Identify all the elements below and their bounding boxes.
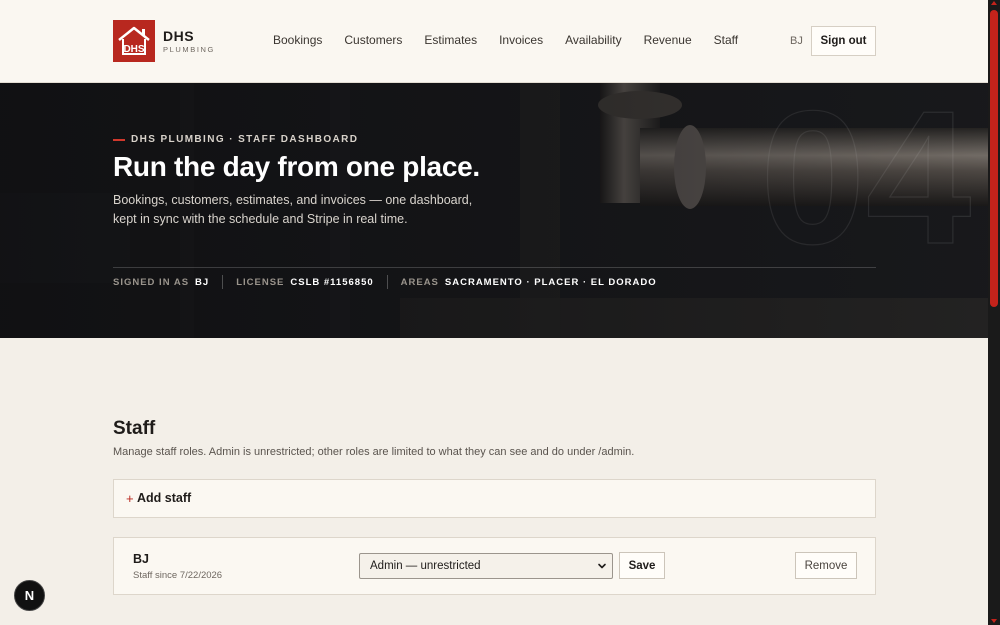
role-select-value: Admin — unrestricted	[370, 560, 481, 572]
scroll-down-arrow-icon[interactable]	[991, 619, 997, 623]
nav-invoices[interactable]: Invoices	[499, 33, 543, 47]
staff-since: Staff since 7/22/2026	[133, 570, 223, 581]
hero-description: Bookings, customers, estimates, and invo…	[113, 193, 473, 226]
meta-license: LICENSE CSLB #1156850	[236, 276, 374, 288]
logo-mark-text: DHS	[123, 44, 144, 55]
brand-subtitle: PLUMBING	[163, 44, 215, 54]
staff-name: BJ	[133, 552, 149, 566]
chevron-down-icon	[598, 563, 606, 569]
main-nav: Bookings Customers Estimates Invoices Av…	[262, 33, 749, 47]
hero-eyebrow: DHS PLUMBING · STAFF DASHBOARD	[113, 134, 358, 145]
top-header: DHS DHS PLUMBING Bookings Customers Esti…	[0, 0, 988, 83]
nav-staff[interactable]: Staff	[714, 33, 738, 47]
page-scrollbar[interactable]	[988, 0, 1000, 625]
add-staff-toggle[interactable]: + Add staff	[113, 479, 876, 518]
hero-meta: SIGNED IN AS BJ LICENSE CSLB #1156850 AR…	[113, 275, 657, 289]
nav-customers[interactable]: Customers	[344, 33, 402, 47]
nextjs-dev-badge[interactable]: N	[14, 580, 45, 611]
role-select[interactable]: Admin — unrestricted	[359, 553, 613, 579]
staff-row: BJ Staff since 7/22/2026 Admin — unrestr…	[113, 537, 876, 595]
scrollbar-thumb[interactable]	[990, 10, 998, 307]
hero-divider	[113, 267, 876, 268]
brand-logo[interactable]: DHS DHS PLUMBING	[113, 20, 215, 62]
plus-icon: +	[126, 491, 134, 506]
remove-staff-button[interactable]: Remove	[795, 552, 857, 579]
save-role-button[interactable]: Save	[619, 552, 665, 579]
staff-section-title: Staff	[113, 418, 156, 439]
hero-title: Run the day from one place.	[113, 151, 480, 182]
house-logo-icon: DHS	[113, 20, 155, 62]
meta-signed-in: SIGNED IN AS BJ	[113, 276, 210, 288]
sign-out-button[interactable]: Sign out	[811, 26, 876, 56]
brand-name: DHS	[163, 27, 195, 44]
eyebrow-dash	[113, 138, 125, 141]
staff-section-description: Manage staff roles. Admin is unrestricte…	[113, 446, 635, 458]
meta-areas: AREAS SACRAMENTO · PLACER · EL DORADO	[400, 276, 657, 288]
hero-banner: 04 DHS PLUMBING · STAFF DASHBOARD Run th…	[0, 83, 988, 338]
eyebrow-text: DHS PLUMBING · STAFF DASHBOARD	[131, 134, 359, 145]
nav-availability[interactable]: Availability	[565, 33, 621, 47]
add-staff-label: Add staff	[137, 491, 192, 505]
nav-estimates[interactable]: Estimates	[424, 33, 477, 47]
user-initials: BJ	[790, 35, 803, 47]
nav-revenue[interactable]: Revenue	[644, 33, 692, 47]
nav-bookings[interactable]: Bookings	[273, 33, 322, 47]
scroll-up-arrow-icon[interactable]	[991, 1, 997, 5]
